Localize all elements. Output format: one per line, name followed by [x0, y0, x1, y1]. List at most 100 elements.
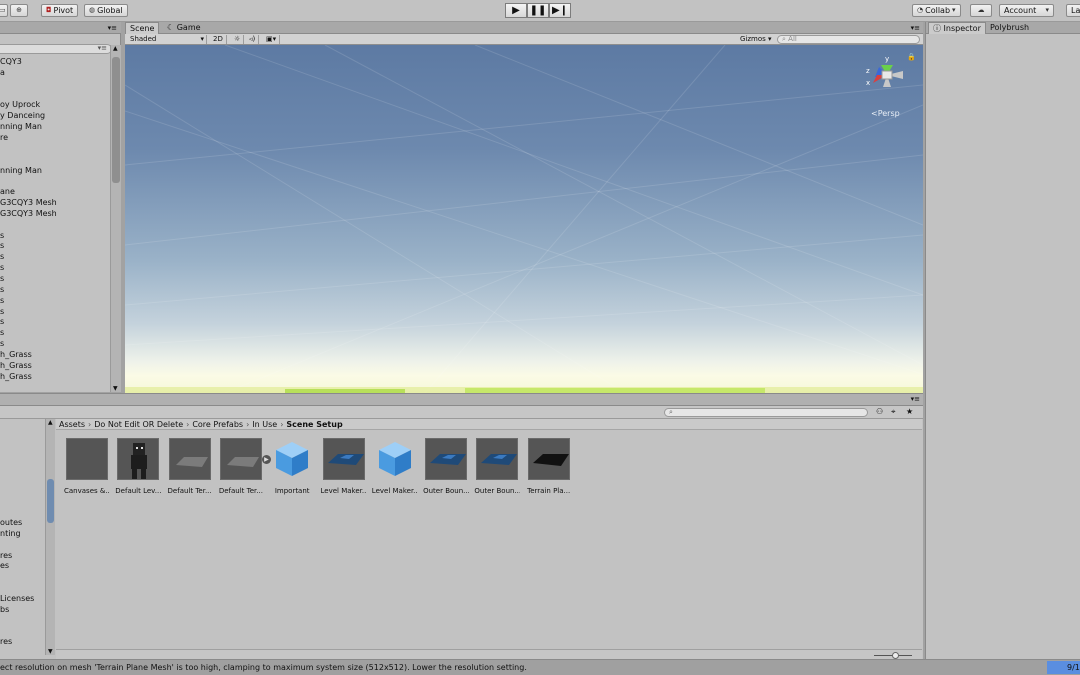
- folder-tree-item[interactable]: bs: [0, 604, 9, 615]
- scroll-up-icon[interactable]: ▲: [48, 419, 53, 426]
- breadcrumb-item[interactable]: Core Prefabs: [192, 420, 243, 429]
- hierarchy-item[interactable]: G3CQY3 Mesh: [0, 197, 57, 208]
- lock-icon[interactable]: 🔒: [907, 53, 916, 61]
- hierarchy-item[interactable]: h_Grass: [0, 360, 32, 371]
- pause-button[interactable]: ❚❚: [527, 3, 549, 18]
- breadcrumb-item[interactable]: Assets: [59, 420, 85, 429]
- hierarchy-item[interactable]: s: [0, 338, 4, 349]
- asset-item[interactable]: Default Ter...: [218, 438, 264, 496]
- filter-type-icon[interactable]: ⚇: [876, 407, 883, 416]
- lighting-toggle[interactable]: ☼: [231, 35, 245, 44]
- shading-mode-dropdown[interactable]: Shaded ▾: [127, 35, 207, 44]
- play-button[interactable]: ▶: [505, 3, 527, 18]
- asset-item[interactable]: Outer Boun...: [423, 438, 469, 496]
- hierarchy-item[interactable]: s: [0, 316, 4, 327]
- label-filter-icon[interactable]: ⌖: [891, 407, 896, 417]
- icon-size-slider[interactable]: [874, 652, 912, 659]
- chevron-down-icon: ▾: [1045, 6, 1049, 14]
- rect-tool-button[interactable]: ▭: [0, 4, 8, 17]
- pivot-toggle-button[interactable]: ◘ Pivot: [41, 4, 79, 17]
- hierarchy-item[interactable]: s: [0, 262, 4, 273]
- asset-item[interactable]: Important: [269, 438, 315, 496]
- panel-menu-icon[interactable]: ▾≡: [108, 22, 117, 34]
- favorite-star-icon[interactable]: ★: [906, 407, 913, 416]
- collab-dropdown[interactable]: ◔ Collab ▾: [912, 4, 961, 17]
- hierarchy-item[interactable]: s: [0, 284, 4, 295]
- transform-tool-button[interactable]: ⊕: [10, 4, 28, 17]
- icon-size-slider-knob[interactable]: [892, 652, 899, 659]
- effects-dropdown[interactable]: ▣▾: [263, 35, 281, 44]
- folder-tree-item[interactable]: res: [0, 550, 12, 561]
- hierarchy-scroll-thumb[interactable]: [112, 57, 120, 183]
- breadcrumb-item[interactable]: Scene Setup: [286, 420, 342, 429]
- scene-viewport[interactable]: y z x 🔒 <Persp: [125, 45, 923, 393]
- scroll-down-icon[interactable]: ▼: [113, 385, 118, 392]
- tab-polybrush[interactable]: Polybrush: [986, 22, 1033, 34]
- project-search-input[interactable]: ⌕: [664, 408, 868, 417]
- folder-tree-item[interactable]: outes: [0, 517, 22, 528]
- hierarchy-item[interactable]: s: [0, 295, 4, 306]
- toggle-2d-button[interactable]: 2D: [210, 35, 227, 44]
- project-tree-scroll-thumb[interactable]: [47, 479, 54, 523]
- hierarchy-item[interactable]: ane: [0, 186, 15, 197]
- scene-search-placeholder: All: [788, 35, 797, 43]
- hierarchy-item[interactable]: s: [0, 306, 4, 317]
- hierarchy-item[interactable]: s: [0, 273, 4, 284]
- global-label: Global: [97, 6, 123, 15]
- step-button[interactable]: ▶❙: [549, 3, 571, 18]
- hierarchy-item[interactable]: h_Grass: [0, 371, 32, 382]
- folder-tree-item[interactable]: res: [0, 636, 12, 647]
- folder-tree-item[interactable]: es: [0, 560, 9, 571]
- step-icon: ▶❙: [551, 5, 569, 16]
- hierarchy-item[interactable]: s: [0, 251, 4, 262]
- search-icon: ⌕: [782, 35, 786, 43]
- folder-tree-item[interactable]: Licenses: [0, 593, 34, 604]
- hierarchy-search-input[interactable]: ▾≡: [0, 44, 112, 54]
- orientation-gizmo[interactable]: y z x: [863, 53, 913, 99]
- hierarchy-item[interactable]: CQY3: [0, 56, 22, 67]
- hierarchy-scrollbar[interactable]: ▲ ▼: [110, 45, 121, 392]
- tab-scene[interactable]: Scene: [125, 22, 160, 34]
- asset-item[interactable]: Canvases &...: [64, 438, 110, 496]
- scroll-up-icon[interactable]: ▲: [113, 45, 118, 52]
- scene-search-input[interactable]: ⌕ All: [777, 35, 920, 44]
- asset-item[interactable]: Level Maker...: [372, 438, 418, 496]
- progress-badge[interactable]: 9/1: [1047, 661, 1080, 674]
- tab-inspector[interactable]: ⓘ Inspector: [928, 22, 986, 34]
- scroll-down-icon[interactable]: ▼: [48, 648, 53, 655]
- asset-item[interactable]: Terrain Pla...: [526, 438, 572, 496]
- hierarchy-item[interactable]: a: [0, 67, 5, 78]
- sun-icon: ☼: [234, 35, 241, 43]
- tab-game[interactable]: ☾ Game: [163, 22, 205, 34]
- breadcrumb-item[interactable]: Do Not Edit OR Delete: [94, 420, 183, 429]
- hierarchy-item[interactable]: s: [0, 240, 4, 251]
- hierarchy-item[interactable]: nning Man: [0, 121, 42, 132]
- hierarchy-item[interactable]: y Danceing: [0, 110, 45, 121]
- hierarchy-item[interactable]: re: [0, 132, 8, 143]
- hierarchy-item[interactable]: s: [0, 327, 4, 338]
- panel-menu-icon[interactable]: ▾≡: [911, 395, 920, 403]
- hierarchy-item[interactable]: h_Grass: [0, 349, 32, 360]
- asset-item[interactable]: Default Lev...: [115, 438, 161, 496]
- hierarchy-item[interactable]: nning Man: [0, 165, 42, 176]
- persp-label[interactable]: <Persp: [871, 109, 900, 118]
- project-tree-scrollbar[interactable]: ▲ ▼: [45, 419, 55, 655]
- console-status-message[interactable]: ect resolution on mesh 'Terrain Plane Me…: [0, 660, 527, 675]
- global-toggle-button[interactable]: ◍ Global: [84, 4, 128, 17]
- account-dropdown[interactable]: Account ▾: [999, 4, 1054, 17]
- asset-thumbnail: [66, 438, 108, 480]
- asset-item[interactable]: Outer Boun...: [474, 438, 520, 496]
- folder-tree-item[interactable]: nting: [0, 528, 21, 539]
- breadcrumb-item[interactable]: In Use: [252, 420, 277, 429]
- hierarchy-item[interactable]: oy Uprock: [0, 99, 40, 110]
- asset-item[interactable]: Level Maker...: [321, 438, 367, 496]
- hierarchy-item[interactable]: s: [0, 230, 4, 241]
- panel-menu-icon[interactable]: ▾≡: [911, 22, 920, 34]
- layers-dropdown[interactable]: La: [1066, 4, 1080, 17]
- audio-toggle[interactable]: ◃): [246, 35, 260, 44]
- gizmos-dropdown[interactable]: Gizmos ▾: [737, 35, 775, 44]
- play-icon: ▶: [512, 5, 520, 16]
- hierarchy-item[interactable]: G3CQY3 Mesh: [0, 208, 57, 219]
- cloud-button[interactable]: ☁: [970, 4, 992, 17]
- asset-item[interactable]: Default Ter...: [167, 438, 213, 496]
